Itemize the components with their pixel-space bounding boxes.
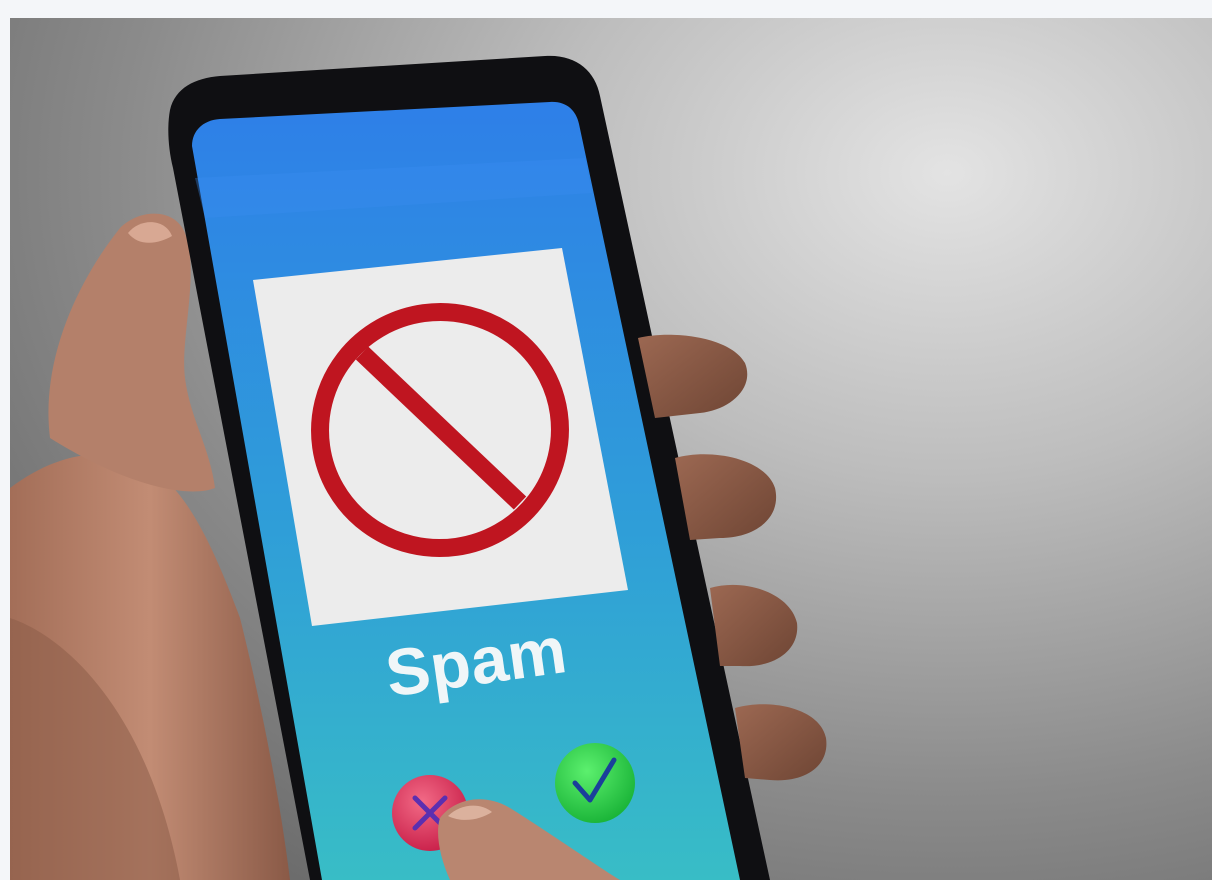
photo-scene [10, 55, 827, 880]
accept-check-icon[interactable] [555, 743, 635, 823]
photo-frame: Spam [10, 18, 1212, 880]
